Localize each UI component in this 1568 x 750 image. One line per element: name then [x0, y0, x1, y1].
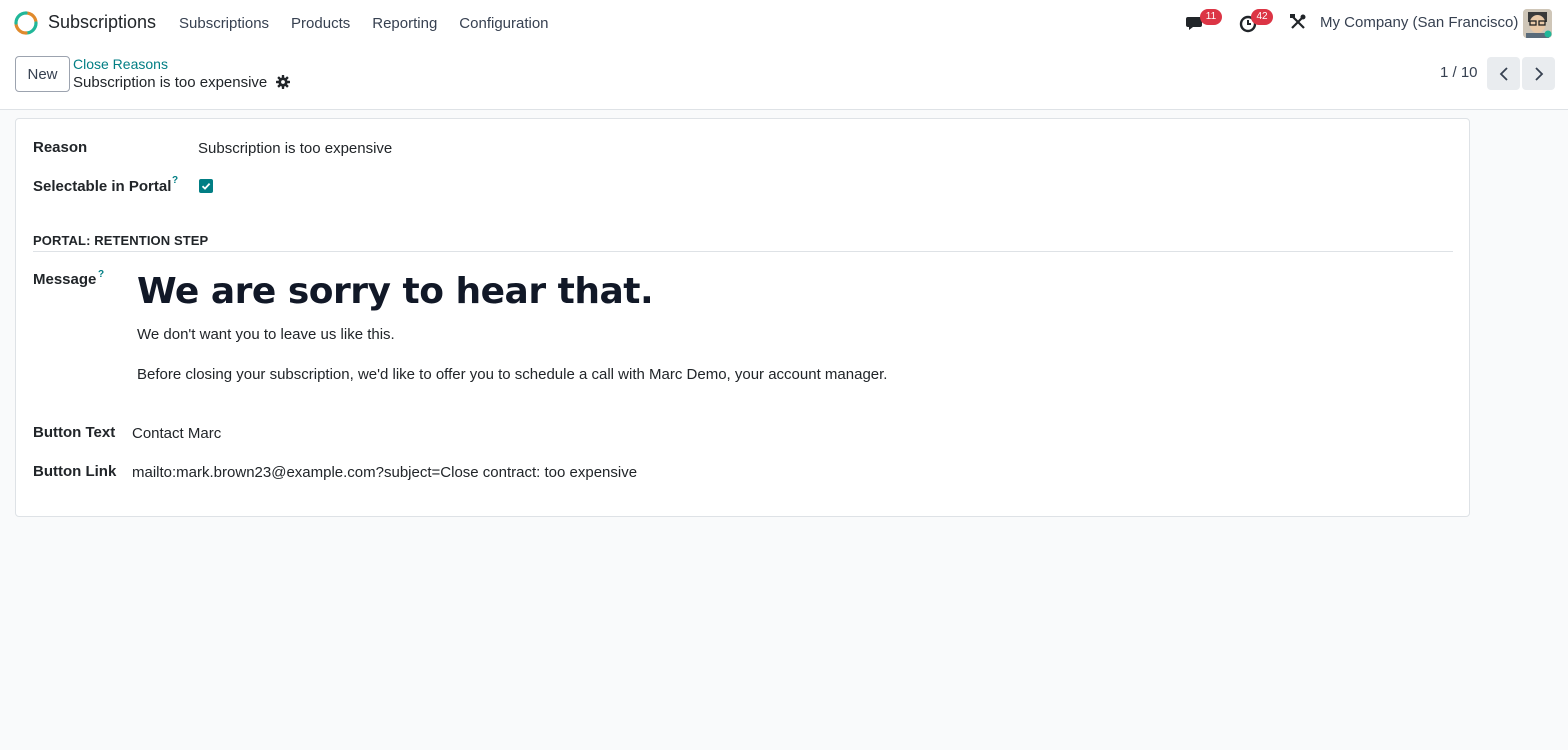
message-paragraph-1: We don't want you to leave us like this.: [137, 326, 395, 343]
top-navbar: Subscriptions Subscriptions Products Rep…: [0, 0, 1568, 46]
avatar-icon: [1523, 9, 1552, 38]
record-actions-gear[interactable]: [276, 75, 290, 89]
menu-item-products[interactable]: Products: [280, 15, 361, 32]
menu-item-subscriptions[interactable]: Subscriptions: [168, 15, 280, 32]
message-label: Message: [33, 271, 97, 288]
checkmark-icon: [201, 182, 211, 190]
selectable-help-tooltip[interactable]: ?: [172, 175, 178, 186]
button-text-label: Button Text: [33, 424, 116, 441]
menu-item-configuration[interactable]: Configuration: [448, 15, 559, 32]
section-title-retention: PORTAL: RETENTION STEP: [33, 233, 209, 248]
breadcrumb-close-reasons[interactable]: Close Reasons: [73, 56, 168, 72]
message-paragraph-2: Before closing your subscription, we'd l…: [137, 366, 888, 383]
main-menu: Subscriptions Products Reporting Configu…: [168, 0, 560, 46]
app-logo-icon[interactable]: [13, 10, 39, 36]
record-title: Subscription is too expensive: [73, 74, 268, 91]
chevron-left-icon: [1499, 66, 1508, 81]
pager-previous-button[interactable]: [1487, 57, 1520, 90]
selectable-in-portal-checkbox[interactable]: [199, 179, 213, 193]
message-heading: We are sorry to hear that.: [137, 271, 654, 312]
new-button[interactable]: New: [15, 56, 70, 92]
tools-icon: [1290, 14, 1306, 29]
messages-count-badge: 11: [1200, 9, 1222, 25]
section-divider: [33, 251, 1453, 252]
activities-count-badge: 42: [1251, 9, 1273, 25]
form-sheet: Reason Subscription is too expensive Sel…: [15, 118, 1470, 517]
company-switcher[interactable]: My Company (San Francisco): [1320, 14, 1518, 31]
pager-value[interactable]: 1 / 10: [1440, 64, 1478, 81]
selectable-in-portal-label: Selectable in Portal: [33, 178, 172, 195]
app-name[interactable]: Subscriptions: [48, 12, 156, 33]
control-panel: New Close Reasons Subscription is too ex…: [0, 46, 1568, 110]
user-avatar[interactable]: [1523, 9, 1552, 38]
message-help-tooltip[interactable]: ?: [98, 269, 104, 280]
button-text-field[interactable]: Contact Marc: [132, 425, 221, 442]
gear-icon: [276, 75, 290, 89]
chevron-right-icon: [1534, 66, 1543, 81]
pager-next-button[interactable]: [1522, 57, 1555, 90]
reason-field[interactable]: Subscription is too expensive: [198, 140, 392, 157]
button-link-label: Button Link: [33, 463, 117, 480]
menu-item-reporting[interactable]: Reporting: [361, 15, 448, 32]
button-link-field[interactable]: mailto:mark.brown23@example.com?subject=…: [132, 464, 637, 481]
reason-label: Reason: [33, 139, 88, 156]
debug-tools-button[interactable]: [1289, 13, 1307, 31]
